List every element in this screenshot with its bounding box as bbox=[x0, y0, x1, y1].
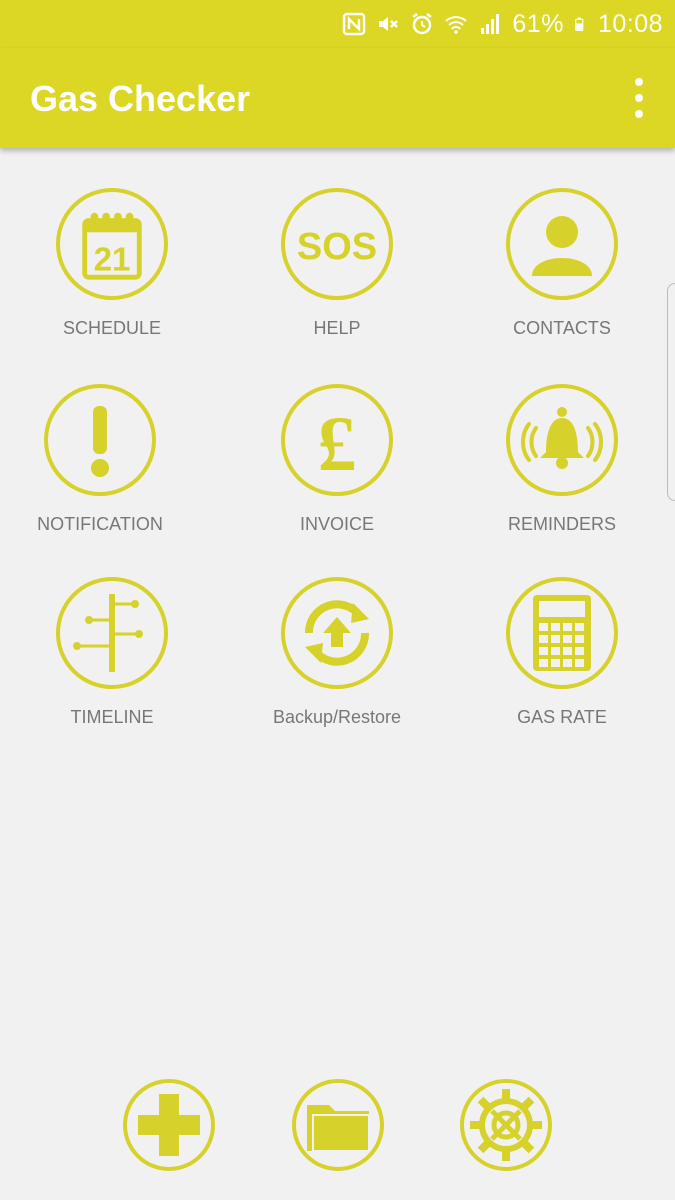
tile-label: NOTIFICATION bbox=[37, 514, 163, 534]
tile-label: Backup/Restore bbox=[272, 707, 402, 727]
status-icons: 61% 10:08 bbox=[342, 6, 663, 42]
app-title: Gas Checker bbox=[30, 78, 251, 119]
tile-label: TIMELINE bbox=[70, 707, 154, 727]
nfc-icon bbox=[343, 12, 366, 36]
sync-upload-icon bbox=[304, 600, 370, 666]
tile-label: HELP bbox=[313, 318, 361, 338]
tile-reminders[interactable]: REMINDERS bbox=[462, 384, 662, 574]
gas-rate-button[interactable] bbox=[506, 577, 618, 689]
tile-contacts[interactable]: CONTACTS bbox=[462, 188, 662, 378]
calendar-21-icon: 21 bbox=[82, 212, 142, 280]
wifi-icon bbox=[445, 16, 468, 34]
tile-invoice[interactable]: £ INVOICE bbox=[237, 384, 437, 574]
person-icon bbox=[532, 216, 592, 276]
mute-icon bbox=[379, 17, 399, 31]
tile-label: INVOICE bbox=[299, 514, 374, 534]
edge-panel-handle[interactable] bbox=[667, 283, 675, 501]
tile-label: GAS RATE bbox=[517, 707, 607, 727]
reminders-button[interactable] bbox=[506, 384, 618, 496]
help-button[interactable]: SOS bbox=[281, 188, 393, 300]
clock: 10:08 bbox=[597, 9, 663, 38]
more-vert-icon[interactable] bbox=[631, 78, 647, 118]
plus-icon bbox=[138, 1094, 200, 1156]
tile-help[interactable]: SOS HELP bbox=[237, 188, 437, 378]
svg-text:£: £ bbox=[318, 400, 357, 480]
tile-backup-restore[interactable]: Backup/Restore bbox=[237, 577, 437, 767]
folder-button[interactable] bbox=[292, 1079, 384, 1171]
tile-schedule[interactable]: 21 SCHEDULE bbox=[12, 188, 212, 378]
timeline-button[interactable] bbox=[56, 577, 168, 689]
alarm-icon bbox=[412, 13, 433, 35]
backup-restore-button[interactable] bbox=[281, 577, 393, 689]
folder-button-circle[interactable] bbox=[292, 1079, 384, 1171]
add-button-circle[interactable] bbox=[123, 1079, 215, 1171]
contacts-button[interactable] bbox=[506, 188, 618, 300]
battery-percent: 61% bbox=[512, 9, 564, 38]
status-bar: 61% 10:08 bbox=[0, 0, 675, 48]
calculator-icon bbox=[533, 595, 591, 671]
tile-label: SCHEDULE bbox=[62, 318, 162, 338]
tile-gas-rate[interactable]: GAS RATE bbox=[462, 577, 662, 767]
app-bar: Gas Checker bbox=[0, 48, 675, 148]
svg-text:21: 21 bbox=[94, 241, 131, 278]
settings-gear-icon bbox=[470, 1089, 542, 1161]
signal-icon bbox=[481, 14, 500, 34]
exclamation-icon bbox=[91, 406, 109, 477]
bell-icon bbox=[521, 407, 603, 469]
tile-label: CONTACTS bbox=[513, 318, 611, 338]
timeline-icon bbox=[73, 594, 143, 672]
pound-icon: £ bbox=[318, 400, 357, 480]
sos-icon: SOS bbox=[297, 226, 377, 268]
svg-text:SOS: SOS bbox=[297, 226, 377, 268]
settings-button[interactable] bbox=[460, 1079, 552, 1171]
settings-button-circle[interactable] bbox=[460, 1079, 552, 1171]
folder-icon bbox=[307, 1105, 370, 1152]
tile-timeline[interactable]: TIMELINE bbox=[12, 577, 212, 767]
notification-button[interactable] bbox=[44, 384, 156, 496]
battery-icon bbox=[575, 17, 584, 31]
tile-notification[interactable]: NOTIFICATION bbox=[0, 384, 200, 574]
add-button[interactable] bbox=[123, 1079, 215, 1171]
tile-label: REMINDERS bbox=[507, 514, 616, 534]
invoice-button[interactable]: £ bbox=[281, 384, 393, 496]
schedule-button[interactable]: 21 bbox=[56, 188, 168, 300]
